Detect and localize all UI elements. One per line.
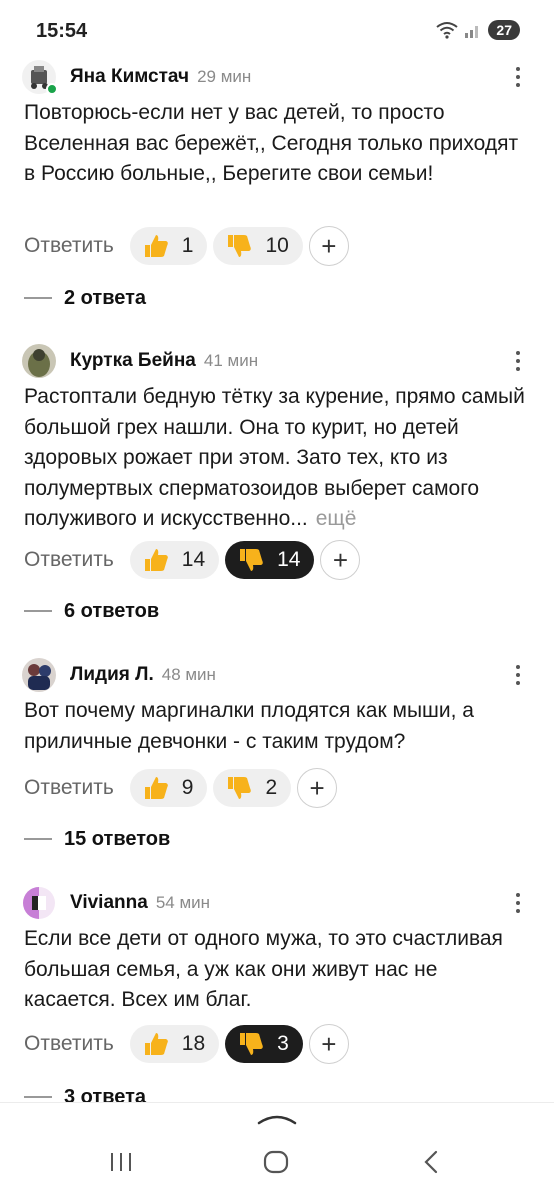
reply-button[interactable]: Ответить <box>24 234 114 258</box>
plus-icon: + <box>332 544 349 575</box>
comment-time: 29 мин <box>197 67 252 86</box>
reply-button[interactable]: Ответить <box>24 1032 114 1056</box>
replies-toggle[interactable]: 15 ответов <box>24 824 170 854</box>
comment-time: 54 мин <box>155 893 211 912</box>
author-name[interactable]: Vivianna <box>70 892 148 913</box>
plus-icon: + <box>309 772 325 803</box>
replies-line <box>24 610 52 612</box>
reply-button[interactable]: Ответить <box>24 548 114 572</box>
comment-header: Vivianna 54 мин <box>0 884 554 924</box>
dislike-button[interactable]: 3 <box>225 1025 303 1063</box>
comment-text: Вот почему маргиналки плодятся как мыши,… <box>24 699 474 753</box>
like-button[interactable]: 18 <box>129 1025 220 1063</box>
avatar[interactable] <box>22 658 56 692</box>
back-icon[interactable] <box>420 1149 442 1175</box>
like-button[interactable]: 14 <box>129 541 220 579</box>
dislike-button[interactable]: 14 <box>225 541 315 579</box>
more-menu-icon[interactable] <box>510 890 526 916</box>
comment-actions: Ответить 18 3 + <box>24 1024 349 1064</box>
avatar[interactable] <box>22 344 56 378</box>
more-menu-icon[interactable] <box>510 64 526 90</box>
thumbs-down-icon <box>240 549 263 571</box>
avatar[interactable] <box>22 886 56 920</box>
comment: Яна Кимстач 29 мин Повторюсь-если нет у в… <box>0 58 554 309</box>
like-count: 18 <box>181 1032 206 1055</box>
status-bar: 15:54 27 <box>0 0 554 60</box>
replies-line <box>24 838 52 840</box>
comment: Лидия Л. 48 мин Вот почему маргиналки пло… <box>0 656 554 850</box>
like-count: 9 <box>181 776 194 799</box>
avatar-image <box>23 887 55 919</box>
author-line: Лидия Л. 48 мин <box>70 664 216 686</box>
avatar-image <box>28 349 50 377</box>
add-reaction-button[interactable]: + <box>320 540 361 580</box>
comment-text: Растоптали бедную тётку за курение, прям… <box>24 382 534 535</box>
comment-header: Лидия Л. 48 мин <box>0 656 554 696</box>
comment-text-body: Растоптали бедную тётку за курение, прям… <box>24 385 525 530</box>
like-count: 1 <box>181 234 194 257</box>
thumbs-up-icon <box>144 777 168 799</box>
signal-icon <box>465 26 479 38</box>
read-more-link[interactable]: ещё <box>316 507 357 530</box>
dislike-count: 10 <box>265 234 289 257</box>
comment: Куртка Бейна 41 мин Растоптали бедную тёт… <box>0 342 554 622</box>
bottom-navigation <box>0 1102 554 1200</box>
replies-line <box>24 297 52 299</box>
thumbs-up-icon <box>144 1033 168 1055</box>
thumbs-down-icon <box>228 777 252 799</box>
replies-toggle[interactable]: 6 ответов <box>24 596 159 626</box>
dislike-button[interactable]: 2 <box>213 769 292 807</box>
comment-time: 48 мин <box>161 665 216 684</box>
online-indicator <box>46 83 58 95</box>
dislike-count: 14 <box>277 548 301 571</box>
author-line: Vivianna 54 мин <box>70 892 210 914</box>
dislike-count: 3 <box>277 1032 289 1055</box>
home-icon[interactable] <box>262 1149 290 1175</box>
comment-time: 41 мин <box>203 351 259 370</box>
author-name[interactable]: Куртка Бейна <box>70 350 196 371</box>
replies-count: 6 ответов <box>64 599 160 622</box>
comment-text: Повторюсь-если нет у вас детей, то прост… <box>24 101 519 185</box>
avatar-image <box>28 664 51 690</box>
status-time: 15:54 <box>36 20 88 42</box>
add-reaction-button[interactable]: + <box>297 768 338 808</box>
recent-apps-icon[interactable] <box>108 1149 134 1175</box>
like-count: 14 <box>181 548 206 571</box>
comment-actions: Ответить 14 14 + <box>24 540 361 580</box>
thumbs-up-icon <box>144 549 168 571</box>
like-button[interactable]: 9 <box>129 769 208 807</box>
replies-toggle[interactable]: 2 ответа <box>24 283 146 313</box>
add-reaction-button[interactable]: + <box>308 226 349 266</box>
thumbs-down-icon <box>228 235 252 257</box>
thumbs-up-icon <box>144 235 168 257</box>
replies-line <box>24 1096 52 1098</box>
add-reaction-button[interactable]: + <box>308 1024 349 1064</box>
author-line: Яна Кимстач 29 мин <box>70 66 251 88</box>
more-menu-icon[interactable] <box>510 348 526 374</box>
author-name[interactable]: Лидия Л. <box>70 664 154 685</box>
author-name[interactable]: Яна Кимстач <box>70 66 189 87</box>
dislike-count: 2 <box>265 776 278 799</box>
comment-header: Куртка Бейна 41 мин <box>0 342 554 382</box>
wifi-icon <box>436 22 459 39</box>
replies-count: 15 ответов <box>64 827 171 850</box>
chevron-up-icon[interactable] <box>257 1109 297 1127</box>
battery-badge: 27 <box>488 20 520 40</box>
more-menu-icon[interactable] <box>510 662 526 688</box>
author-line: Куртка Бейна 41 мин <box>70 350 258 372</box>
dislike-button[interactable]: 10 <box>213 227 303 265</box>
plus-icon: + <box>321 230 337 261</box>
comment-actions: Ответить 9 2 + <box>24 768 338 808</box>
reply-button[interactable]: Ответить <box>24 776 114 800</box>
status-icons: 27 <box>436 20 520 40</box>
comment-header: Яна Кимстач 29 мин <box>0 58 554 98</box>
plus-icon: + <box>321 1028 337 1059</box>
thumbs-down-icon <box>240 1033 263 1055</box>
comment-actions: Ответить 1 10 + <box>24 226 349 266</box>
comment: Vivianna 54 мин Если все дети от одного м… <box>0 884 554 1108</box>
comment-text: Если все дети от одного мужа, то это сча… <box>24 927 503 1011</box>
like-button[interactable]: 1 <box>129 227 208 265</box>
replies-count: 2 ответа <box>64 286 147 309</box>
